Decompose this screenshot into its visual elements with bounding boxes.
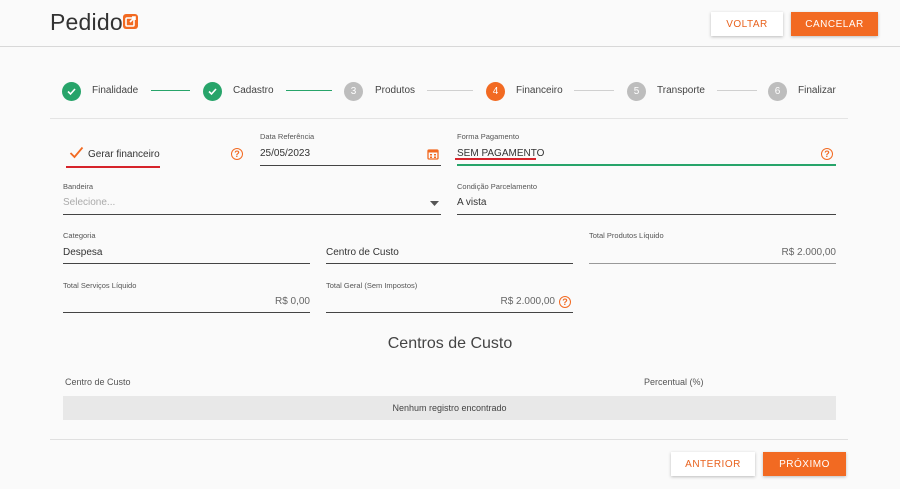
categoria-label: Categoria — [63, 231, 96, 240]
total-geral-label: Total Geral (Sem Impostos) — [326, 281, 418, 290]
categoria-underline — [63, 263, 310, 264]
checkbox-check-icon[interactable] — [69, 146, 84, 159]
categoria-select[interactable]: Despesa — [63, 247, 102, 258]
stepper-divider — [50, 118, 848, 119]
help-icon[interactable]: ? — [231, 148, 243, 160]
total-geral-value: R$ 2.000,00 — [500, 296, 556, 307]
step-label-financeiro[interactable]: Financeiro — [516, 85, 563, 96]
chevron-down-icon[interactable] — [430, 201, 439, 206]
step-label-transporte[interactable]: Transporte — [657, 85, 705, 96]
calendar-icon[interactable] — [427, 148, 439, 160]
step-connector — [427, 90, 473, 91]
header-divider — [0, 46, 900, 47]
column-header-percentual[interactable]: Percentual (%) — [644, 377, 704, 387]
next-button[interactable]: PRÓXIMO — [763, 452, 846, 476]
bandeira-label: Bandeira — [63, 182, 94, 191]
gerar-financeiro-label[interactable]: Gerar financeiro — [88, 149, 160, 160]
step-connector — [286, 90, 332, 91]
centro-custo-input[interactable]: Centro de Custo — [326, 247, 399, 258]
cancel-button[interactable]: CANCELAR — [791, 12, 878, 36]
step-3-circle[interactable]: 3 — [344, 82, 363, 101]
forma-pagamento-error-underline — [455, 158, 536, 160]
previous-button[interactable]: ANTERIOR — [671, 452, 755, 476]
step-label-finalizar[interactable]: Finalizar — [798, 85, 836, 96]
page-title: Pedido — [50, 9, 123, 35]
footer-divider — [50, 439, 848, 440]
bandeira-select[interactable]: Selecione... — [63, 197, 115, 208]
step-1-check-icon[interactable] — [62, 82, 81, 101]
bandeira-underline — [63, 214, 441, 215]
back-button[interactable]: VOLTAR — [711, 12, 783, 36]
total-geral-underline — [326, 312, 573, 313]
gerar-financeiro-underline — [66, 166, 160, 168]
total-servicos-label: Total Serviços Líquido — [63, 281, 137, 290]
data-referencia-underline — [260, 165, 441, 166]
step-6-circle[interactable]: 6 — [768, 82, 787, 101]
help-icon[interactable]: ? — [559, 296, 571, 308]
forma-pagamento-label: Forma Pagamento — [457, 132, 520, 141]
condicao-parcelamento-underline — [457, 214, 836, 215]
condicao-parcelamento-select[interactable]: A vista — [457, 197, 486, 208]
step-4-circle[interactable]: 4 — [486, 82, 505, 101]
step-label-cadastro[interactable]: Cadastro — [233, 85, 274, 96]
empty-table-row: Nenhum registro encontrado — [63, 396, 836, 420]
total-produtos-value: R$ 2.000,00 — [781, 247, 837, 258]
centro-custo-underline — [326, 263, 573, 264]
external-link-icon[interactable] — [122, 13, 139, 30]
total-produtos-underline — [589, 263, 836, 264]
help-icon[interactable]: ? — [821, 148, 833, 160]
section-title: Centros de Custo — [387, 335, 513, 352]
step-connector — [717, 90, 757, 91]
step-label-produtos[interactable]: Produtos — [375, 85, 415, 96]
total-servicos-value: R$ 0,00 — [274, 296, 310, 307]
step-label-finalidade[interactable]: Finalidade — [92, 85, 138, 96]
step-connector — [151, 90, 190, 91]
data-referencia-input[interactable]: 25/05/2023 — [260, 148, 310, 159]
total-produtos-label: Total Produtos Líquido — [589, 231, 664, 240]
total-servicos-underline — [63, 312, 310, 313]
data-referencia-label: Data Referência — [260, 132, 315, 141]
condicao-parcelamento-label: Condição Parcelamento — [457, 182, 538, 191]
column-header-centro-custo[interactable]: Centro de Custo — [65, 377, 131, 387]
step-2-check-icon[interactable] — [203, 82, 222, 101]
step-connector — [574, 90, 614, 91]
step-5-circle[interactable]: 5 — [627, 82, 646, 101]
forma-pagamento-underline — [457, 164, 836, 166]
